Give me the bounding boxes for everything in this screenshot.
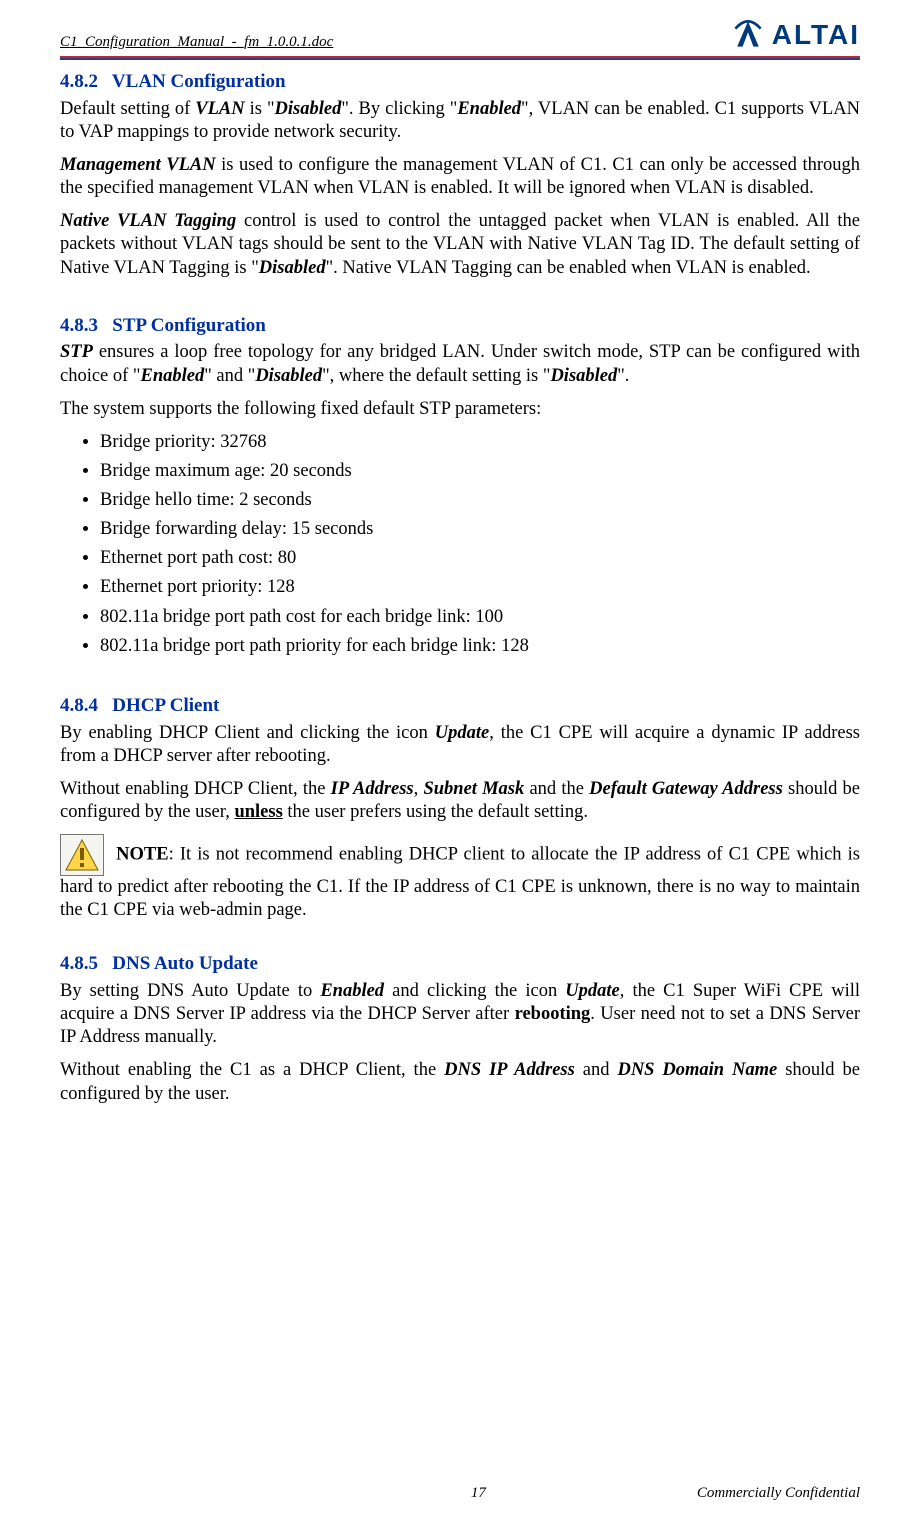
term-stp: STP [60, 342, 93, 362]
page-footer: 17 Commercially Confidential [60, 1484, 860, 1503]
term-dns-ip: DNS IP Address [444, 1060, 575, 1080]
list-item: 802.11a bridge port path cost for each b… [100, 606, 860, 629]
section-484-title: 4.8.4 DHCP Client [60, 694, 860, 718]
text: Without enabling DHCP Client, the [60, 779, 331, 799]
text: ". By clicking " [341, 99, 457, 119]
paragraph: Management VLAN is used to configure the… [60, 154, 860, 200]
section-heading: STP Configuration [112, 315, 266, 336]
section-heading: DNS Auto Update [112, 953, 258, 974]
text: and [575, 1060, 618, 1080]
brand-logo: ALTAI [730, 16, 860, 52]
list-item: Bridge hello time: 2 seconds [100, 489, 860, 512]
paragraph: By setting DNS Auto Update to Enabled an… [60, 980, 860, 1049]
paragraph: Default setting of VLAN is "Disabled". B… [60, 98, 860, 144]
term-vlan: VLAN [195, 99, 244, 119]
term-update: Update [435, 723, 489, 743]
confidentiality-label: Commercially Confidential [697, 1484, 860, 1503]
header-divider [60, 56, 860, 60]
stp-params-list: Bridge priority: 32768 Bridge maximum ag… [100, 431, 860, 658]
list-item: Ethernet port priority: 128 [100, 576, 860, 599]
doc-filename: C1_Configuration_Manual_-_fm_1.0.0.1.doc [60, 33, 333, 52]
section-number: 4.8.3 [60, 315, 98, 336]
term-ip-address: IP Address [331, 779, 414, 799]
section-number: 4.8.5 [60, 953, 98, 974]
value-disabled: Disabled [259, 258, 326, 278]
text: is " [245, 99, 275, 119]
text: Without enabling the C1 as a DHCP Client… [60, 1060, 444, 1080]
note-label: NOTE [116, 844, 168, 864]
text: , [414, 779, 424, 799]
text: By setting DNS Auto Update to [60, 981, 320, 1001]
page: C1_Configuration_Manual_-_fm_1.0.0.1.doc… [0, 0, 920, 1527]
text: and the [524, 779, 589, 799]
emphasis-rebooting: rebooting [515, 1004, 591, 1024]
term-update: Update [565, 981, 619, 1001]
term-mgmt-vlan: Management VLAN [60, 155, 216, 175]
paragraph: STP ensures a loop free topology for any… [60, 341, 860, 387]
section-number: 4.8.4 [60, 695, 98, 716]
altai-mark-icon [730, 16, 766, 52]
list-item: Bridge maximum age: 20 seconds [100, 460, 860, 483]
page-number: 17 [260, 1484, 697, 1503]
text: ", where the default setting is " [322, 366, 550, 386]
value-disabled: Disabled [275, 99, 342, 119]
term-subnet-mask: Subnet Mask [423, 779, 524, 799]
value-enabled: Enabled [457, 99, 521, 119]
paragraph: By enabling DHCP Client and clicking the… [60, 722, 860, 768]
paragraph: Native VLAN Tagging control is used to c… [60, 210, 860, 279]
list-item: Ethernet port path cost: 80 [100, 547, 860, 570]
section-heading: VLAN Configuration [112, 71, 286, 92]
term-native-vlan-tagging: Native VLAN Tagging [60, 211, 236, 231]
text: Default setting of [60, 99, 195, 119]
section-number: 4.8.2 [60, 71, 98, 92]
paragraph: Without enabling DHCP Client, the IP Add… [60, 778, 860, 824]
page-header: C1_Configuration_Manual_-_fm_1.0.0.1.doc… [60, 16, 860, 54]
emphasis-unless: unless [234, 802, 282, 822]
value-enabled: Enabled [141, 366, 205, 386]
value-disabled: Disabled [255, 366, 322, 386]
warning-icon [60, 834, 104, 876]
brand-text: ALTAI [772, 17, 860, 52]
list-item: Bridge forwarding delay: 15 seconds [100, 518, 860, 541]
value-enabled: Enabled [320, 981, 384, 1001]
text: " and " [204, 366, 255, 386]
list-item: 802.11a bridge port path priority for ea… [100, 635, 860, 658]
text: By enabling DHCP Client and clicking the… [60, 723, 435, 743]
text: the user prefers using the default setti… [283, 802, 588, 822]
paragraph: Without enabling the C1 as a DHCP Client… [60, 1059, 860, 1105]
section-485-title: 4.8.5 DNS Auto Update [60, 952, 860, 976]
term-dns-domain: DNS Domain Name [617, 1060, 777, 1080]
section-483-title: 4.8.3 STP Configuration [60, 314, 860, 338]
text: ". [617, 366, 629, 386]
section-heading: DHCP Client [112, 695, 219, 716]
text: ". Native VLAN Tagging can be enabled wh… [326, 258, 811, 278]
value-disabled: Disabled [550, 366, 617, 386]
section-482-title: 4.8.2 VLAN Configuration [60, 70, 860, 94]
text: and clicking the icon [384, 981, 565, 1001]
note-paragraph: NOTE: It is not recommend enabling DHCP … [60, 834, 860, 922]
list-item: Bridge priority: 32768 [100, 431, 860, 454]
term-default-gateway: Default Gateway Address [589, 779, 783, 799]
note-text: : It is not recommend enabling DHCP clie… [60, 844, 860, 920]
paragraph: The system supports the following fixed … [60, 398, 860, 421]
